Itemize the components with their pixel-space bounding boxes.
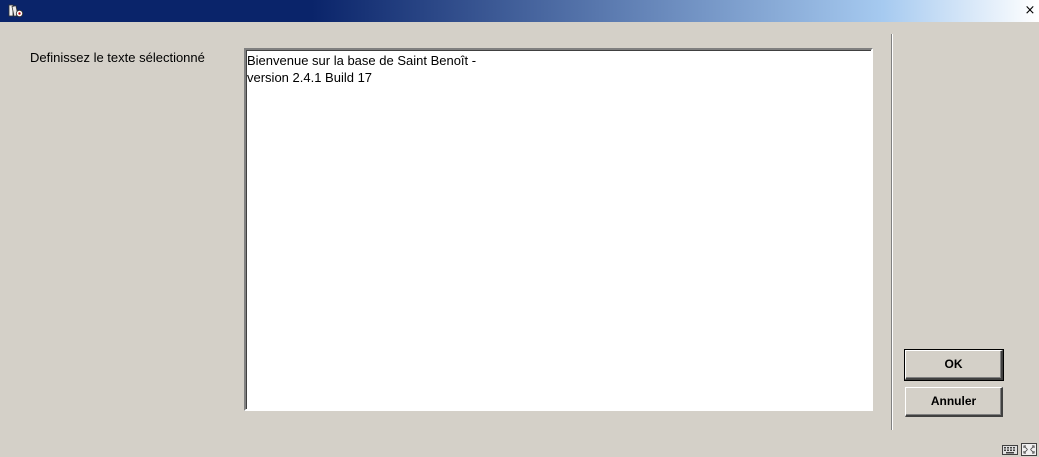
library-app-icon bbox=[8, 3, 24, 19]
selected-text-label: Definissez le texte sélectionné bbox=[30, 50, 205, 65]
close-icon[interactable]: × bbox=[1022, 3, 1038, 19]
ok-button[interactable]: OK bbox=[904, 349, 1004, 381]
selected-text-field[interactable]: Bienvenue sur la base de Saint Benoît - … bbox=[244, 48, 873, 411]
dialog-window: × Definissez le texte sélectionné Bienve… bbox=[0, 0, 1039, 457]
title-bar[interactable]: × bbox=[0, 0, 1039, 22]
fullscreen-icon[interactable] bbox=[1021, 443, 1037, 456]
cancel-button[interactable]: Annuler bbox=[905, 387, 1003, 417]
keyboard-icon[interactable] bbox=[1002, 443, 1018, 456]
vertical-separator bbox=[891, 34, 893, 430]
status-icons bbox=[1002, 443, 1037, 456]
